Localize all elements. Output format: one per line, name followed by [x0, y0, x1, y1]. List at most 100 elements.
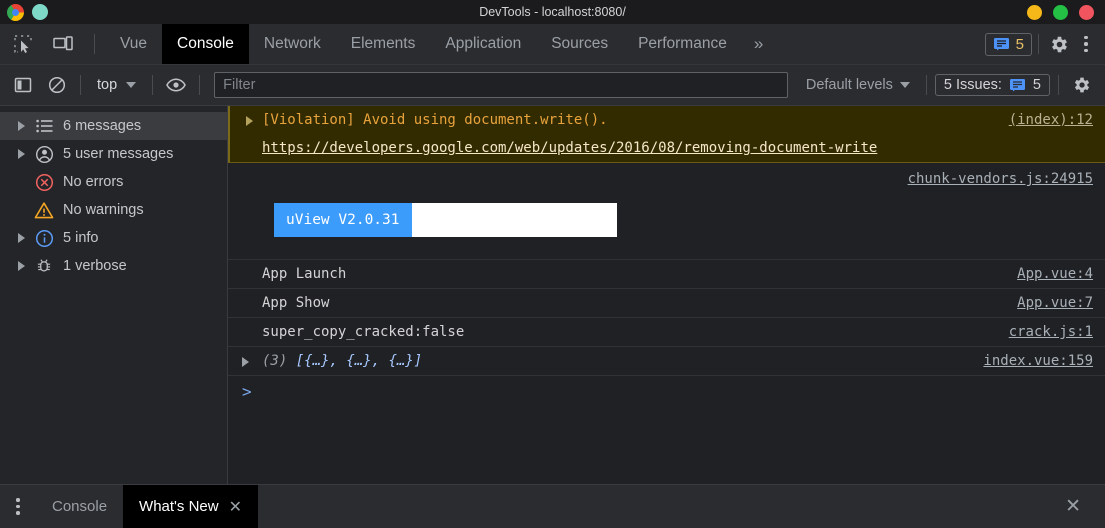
sidebar-item-verbose[interactable]: 1 verbose	[0, 252, 227, 280]
console-message-list: [Violation] Avoid using document.write()…	[228, 106, 1105, 484]
sidebar-item-label: 1 verbose	[63, 258, 127, 274]
device-toolbar-icon[interactable]	[50, 31, 76, 57]
console-body: 6 messages 5 user messages No errors No …	[0, 106, 1105, 484]
error-icon	[34, 172, 54, 192]
sidebar-item-errors[interactable]: No errors	[0, 168, 227, 196]
sidebar-item-label: No warnings	[63, 202, 144, 218]
uview-badge-blank	[411, 203, 617, 237]
drawer-right-actions: ✕	[1057, 485, 1105, 528]
issues-count: 5	[1032, 77, 1041, 93]
console-toolbar-divider-1	[80, 75, 81, 95]
tab-console[interactable]: Console	[162, 24, 249, 64]
console-message-row[interactable]: super_copy_cracked:false crack.js:1	[228, 318, 1105, 347]
sidebar-item-user-messages[interactable]: 5 user messages	[0, 140, 227, 168]
expand-triangle-icon[interactable]	[18, 233, 25, 243]
list-icon	[34, 116, 54, 136]
tab-elements[interactable]: Elements	[336, 24, 431, 64]
settings-gear-icon[interactable]	[1045, 30, 1073, 58]
filter-input[interactable]	[214, 72, 788, 98]
violation-link[interactable]: https://developers.google.com/web/update…	[262, 140, 877, 156]
window-close-button[interactable]	[1079, 4, 1094, 20]
warning-icon	[34, 200, 54, 220]
message-text: (3) [{…}, {…}, {…}]	[240, 347, 969, 375]
devtools-tabbar: Vue Console Network Elements Application…	[0, 24, 1105, 65]
chevron-down-icon	[126, 82, 137, 88]
sidebar-item-warnings[interactable]: No warnings	[0, 196, 227, 224]
sidebar-item-messages[interactable]: 6 messages	[0, 112, 227, 140]
violation-content: [Violation] Avoid using document.write()…	[240, 106, 995, 162]
tab-network[interactable]: Network	[249, 24, 336, 64]
main-menu-icon[interactable]	[1075, 30, 1097, 58]
message-source-link[interactable]: App.vue:7	[1003, 289, 1093, 317]
execution-context-value: top	[97, 77, 118, 93]
console-message-row[interactable]: App Show App.vue:7	[228, 289, 1105, 318]
close-drawer-icon[interactable]: ✕	[1057, 491, 1089, 522]
message-source-link[interactable]: App.vue:4	[1003, 260, 1093, 288]
app-indicator-icon	[32, 4, 48, 20]
expand-triangle-icon[interactable]	[18, 149, 25, 159]
sidebar-item-label: 5 user messages	[63, 146, 174, 162]
tabbar-right-actions: 5	[984, 24, 1105, 64]
drawer-tab-console[interactable]: Console	[36, 485, 123, 528]
message-source-link[interactable]: crack.js:1	[995, 318, 1093, 346]
tabbar-divider	[1038, 34, 1039, 54]
clear-console-icon[interactable]	[42, 70, 72, 100]
window-minimize-button[interactable]	[1027, 4, 1042, 20]
violation-text: [Violation] Avoid using document.write()…	[262, 112, 608, 128]
execution-context-selector[interactable]: top	[89, 77, 144, 93]
issues-label: 5 Issues:	[943, 77, 1002, 93]
uview-version-badge: uView V2.0.31	[274, 203, 617, 237]
window-titlebar: DevTools - localhost:8080/	[0, 0, 1105, 24]
expand-triangle-icon[interactable]	[246, 116, 253, 126]
sidebar-item-label: 5 info	[63, 230, 99, 246]
tab-performance[interactable]: Performance	[623, 24, 742, 64]
log-levels-selector[interactable]: Default levels	[798, 77, 918, 93]
expand-triangle-icon[interactable]	[242, 357, 249, 367]
console-empty-space	[228, 406, 1105, 484]
console-message-banner[interactable]: chunk-vendors.js:24915 uView V2.0.31	[228, 163, 1105, 260]
window-title: DevTools - localhost:8080/	[479, 5, 626, 19]
window-controls	[1027, 4, 1105, 20]
array-length: (3)	[262, 353, 288, 369]
close-icon[interactable]: ✕	[229, 497, 242, 517]
message-bubble-icon	[993, 37, 1009, 50]
chevron-down-icon	[899, 82, 910, 88]
message-count-value: 5	[1015, 35, 1024, 53]
more-tabs-icon[interactable]: »	[742, 24, 775, 64]
drawer-tab-whats-new[interactable]: What's New ✕	[123, 485, 259, 528]
tabbar-tool-icons	[0, 24, 105, 64]
tab-vue[interactable]: Vue	[105, 24, 162, 64]
console-message-row[interactable]: App Launch App.vue:4	[228, 260, 1105, 289]
console-toolbar-divider-4	[925, 75, 927, 95]
sidebar-item-label: 6 messages	[63, 118, 142, 134]
message-source-link[interactable]: chunk-vendors.js:24915	[908, 171, 1093, 187]
drawer-menu-icon[interactable]	[0, 485, 36, 528]
drawer-tab-label: Console	[52, 498, 108, 515]
message-source-link[interactable]: index.vue:159	[969, 347, 1093, 375]
titlebar-left-icons	[0, 3, 48, 21]
tab-application[interactable]: Application	[430, 24, 536, 64]
uview-badge-label: uView V2.0.31	[274, 203, 412, 237]
window-maximize-button[interactable]	[1053, 4, 1068, 20]
banner-source-line: chunk-vendors.js:24915	[228, 163, 1105, 193]
expand-triangle-icon[interactable]	[18, 261, 25, 271]
console-message-array[interactable]: (3) [{…}, {…}, {…}] index.vue:159	[228, 347, 1105, 376]
issues-badge[interactable]: 5 Issues: 5	[934, 74, 1050, 96]
live-expression-eye-icon[interactable]	[161, 70, 191, 100]
message-text: App Show	[262, 295, 330, 311]
message-source-link[interactable]: (index):12	[995, 106, 1093, 134]
message-count-badge[interactable]: 5	[984, 32, 1032, 56]
console-message-violation[interactable]: [Violation] Avoid using document.write()…	[228, 106, 1105, 163]
message-text: super_copy_cracked:false	[262, 324, 465, 340]
sidebar-item-info[interactable]: 5 info	[0, 224, 227, 252]
panel-tabs: Vue Console Network Elements Application…	[105, 24, 775, 64]
chrome-logo-icon	[7, 3, 24, 21]
drawer-tabbar: Console What's New ✕ ✕	[0, 484, 1105, 528]
expand-triangle-icon[interactable]	[18, 121, 25, 131]
tab-sources[interactable]: Sources	[536, 24, 623, 64]
console-settings-gear-icon[interactable]	[1067, 70, 1097, 100]
sidebar-toggle-icon[interactable]	[8, 70, 38, 100]
inspect-element-icon[interactable]	[10, 31, 36, 57]
console-prompt[interactable]: >	[228, 376, 1105, 406]
sidebar-item-label: No errors	[63, 174, 124, 190]
